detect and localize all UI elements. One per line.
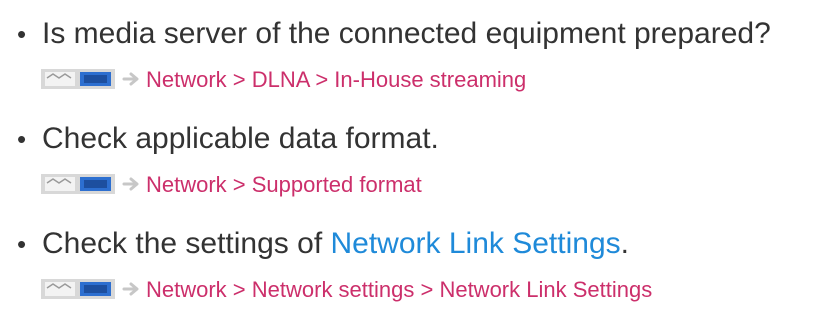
menu-path-text[interactable]: Network > DLNA > In-House streaming xyxy=(146,61,526,99)
bullet-text-before: Check the settings of xyxy=(42,227,331,260)
menu-path-text[interactable]: Network > Supported format xyxy=(146,166,422,204)
tv-menu-icon xyxy=(41,69,115,89)
bullet-line: • Check the settings of Network Link Set… xyxy=(0,219,817,269)
tv-menu-icon xyxy=(41,174,115,194)
bullet-text: Check applicable data format. xyxy=(42,122,439,155)
bullet-marker: • xyxy=(17,229,27,259)
bullet-text: Is media server of the connected equipme… xyxy=(42,17,771,50)
right-arrow-icon xyxy=(122,177,139,191)
tv-menu-icon xyxy=(41,279,115,299)
menu-path-line[interactable]: Network > DLNA > In-House streaming xyxy=(0,61,817,101)
menu-path-text[interactable]: Network > Network settings > Network Lin… xyxy=(146,271,652,309)
bullet-marker: • xyxy=(17,124,27,154)
bullet-text-after: . xyxy=(620,227,629,260)
troubleshoot-item-media-server: • Is media server of the connected equip… xyxy=(0,9,817,101)
bullet-text: Check the settings of Network Link Setti… xyxy=(42,219,629,269)
troubleshoot-item-network-link: • Check the settings of Network Link Set… xyxy=(0,219,817,311)
menu-path-line[interactable]: Network > Supported format xyxy=(0,166,817,206)
bullet-line: • Is media server of the connected equip… xyxy=(0,9,817,59)
right-arrow-icon xyxy=(122,282,139,296)
bullet-line: • Check applicable data format. xyxy=(0,114,817,164)
menu-path-line[interactable]: Network > Network settings > Network Lin… xyxy=(0,271,817,311)
network-link-settings-link[interactable]: Network Link Settings xyxy=(331,227,621,260)
right-arrow-icon xyxy=(122,72,139,86)
troubleshoot-item-data-format: • Check applicable data format. Network … xyxy=(0,114,817,206)
bullet-marker: • xyxy=(17,19,27,49)
